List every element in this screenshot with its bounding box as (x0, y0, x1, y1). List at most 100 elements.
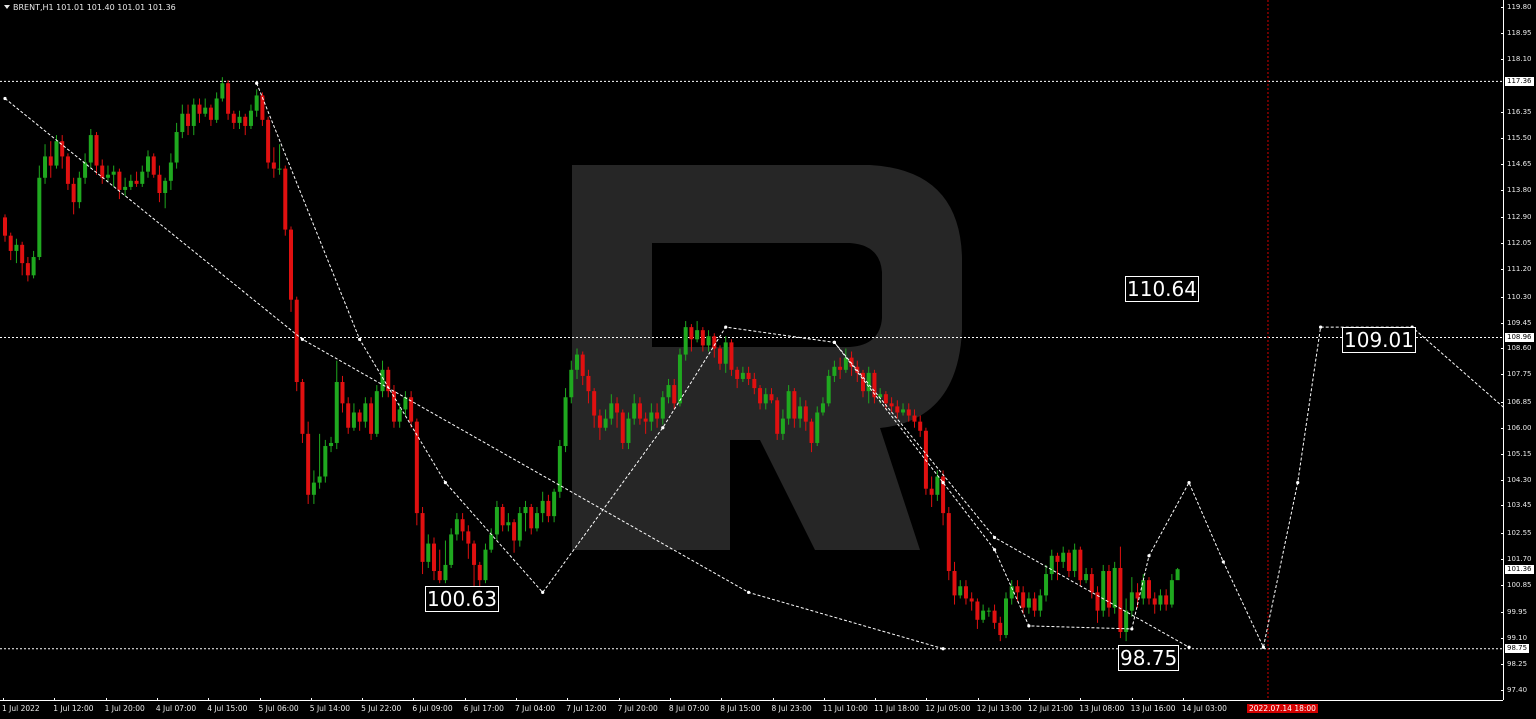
candle-body (540, 500, 545, 514)
candle-body (397, 409, 402, 422)
candle-body (1147, 580, 1151, 599)
candle-body (803, 406, 808, 422)
candle-body (946, 513, 951, 572)
candle-body (105, 174, 110, 178)
candle-body (695, 330, 700, 340)
candle-body (477, 564, 482, 581)
price-axis[interactable]: 119.80 118.95 118.10 116.35 115.50 114.65 113.… (1501, 0, 1536, 700)
candle-body (992, 610, 997, 623)
price-tick-label: 106.85 (1507, 397, 1532, 406)
price-tick-mark (1501, 243, 1504, 245)
wave-point (1187, 481, 1191, 485)
time-tick-label: 6 Jul 09:00 (412, 704, 453, 713)
candle-body (437, 571, 442, 581)
price-tick-mark (1501, 138, 1504, 140)
time-tick-mark (926, 698, 928, 701)
time-tick-mark (310, 698, 312, 701)
price-tag-low: 98.75 (1505, 644, 1530, 654)
price-tick-mark (1501, 58, 1504, 60)
candle-body (746, 372, 751, 379)
time-axis[interactable]: 2022.07.14 18:00 1 Jul 2022 1 Jul 12:00 1 … (0, 698, 1503, 719)
time-tick-label: 4 Jul 07:00 (155, 704, 197, 713)
price-tick-label: 111.20 (1507, 265, 1532, 274)
candle-body (1169, 580, 1174, 605)
price-tick-label: 101.70 (1507, 554, 1532, 563)
wave-point (1130, 627, 1134, 631)
time-tick-label: 7 Jul 20:00 (617, 704, 658, 713)
time-tick-label: 12 Jul 13:00 (976, 704, 1022, 713)
candle-body (1152, 598, 1157, 605)
candle-body (3, 217, 7, 236)
candle-body (838, 366, 843, 370)
wave-point (541, 590, 545, 594)
candle-body (609, 403, 614, 419)
candle-body (317, 476, 322, 483)
candle-body (231, 113, 236, 123)
time-tick-mark (156, 698, 158, 701)
candle-body (163, 180, 168, 194)
candle-body (529, 506, 534, 529)
price-tick-label: 114.65 (1507, 160, 1532, 169)
candle-body (1089, 574, 1094, 593)
candle-body (660, 397, 665, 419)
candle-body (569, 369, 574, 398)
time-tick-mark (1131, 698, 1133, 701)
wave-point (1027, 624, 1031, 628)
time-tick-mark (54, 698, 56, 701)
price-tick-mark (1501, 584, 1504, 586)
candle-body (552, 491, 557, 517)
price-tick-label: 112.90 (1507, 213, 1532, 222)
wave-point (443, 481, 448, 485)
candle-body (65, 156, 70, 184)
candle-body (1112, 567, 1117, 608)
time-tick-mark (1182, 698, 1184, 701)
candle-body (826, 375, 831, 404)
price-tick-mark (1501, 532, 1504, 534)
chart-window: BRENT,H1 101.01 101.40 101.01 101.36 110… (0, 0, 1536, 718)
time-tick-mark (3, 698, 4, 701)
price-tick-mark (1501, 322, 1504, 324)
candle-body (975, 601, 980, 620)
symbol-title[interactable]: BRENT,H1 101.01 101.40 101.01 101.36 (4, 3, 176, 12)
candle-body (1044, 574, 1049, 596)
price-tick-mark (1501, 296, 1504, 298)
time-tick-label: 5 Jul 06:00 (258, 704, 299, 713)
price-tick-mark (1501, 217, 1504, 219)
candle-body (283, 168, 288, 230)
wave-point (1261, 645, 1265, 649)
candle-body (1158, 595, 1163, 605)
candle-body (820, 403, 825, 413)
candle-body (906, 409, 911, 416)
wave-point (941, 481, 945, 485)
price-tick-label: 112.05 (1507, 239, 1532, 248)
candle-body (712, 336, 717, 349)
wave-point (358, 337, 362, 341)
candle-body (426, 543, 431, 562)
price-chart-plot[interactable] (0, 0, 1503, 700)
candle-body (615, 403, 620, 413)
candle-body (489, 534, 494, 550)
time-tick-label: 14 Jul 03:00 (1181, 704, 1227, 713)
time-tick-mark (669, 698, 671, 701)
wave-point (747, 590, 751, 594)
candle-body (563, 397, 568, 447)
wave-point (941, 647, 945, 651)
candle-body (689, 327, 694, 340)
candle-body (735, 369, 740, 379)
dropdown-triangle-icon[interactable] (4, 5, 10, 9)
candle-body (54, 141, 59, 166)
candle-body (243, 116, 248, 126)
level-label-98-75: 98.75 (1118, 645, 1180, 671)
candle-body (1072, 549, 1077, 572)
price-tag-current: 101.36 (1505, 564, 1534, 574)
candle-body (294, 299, 299, 383)
candle-body (809, 421, 814, 443)
candle-body (48, 156, 53, 166)
wave-point (3, 96, 7, 101)
candle-body (191, 104, 196, 126)
time-tick-label: 5 Jul 14:00 (309, 704, 350, 713)
candle-body (883, 394, 888, 404)
candle-body (1101, 571, 1106, 611)
price-tick-mark (1501, 164, 1504, 166)
candle-body (952, 571, 957, 596)
